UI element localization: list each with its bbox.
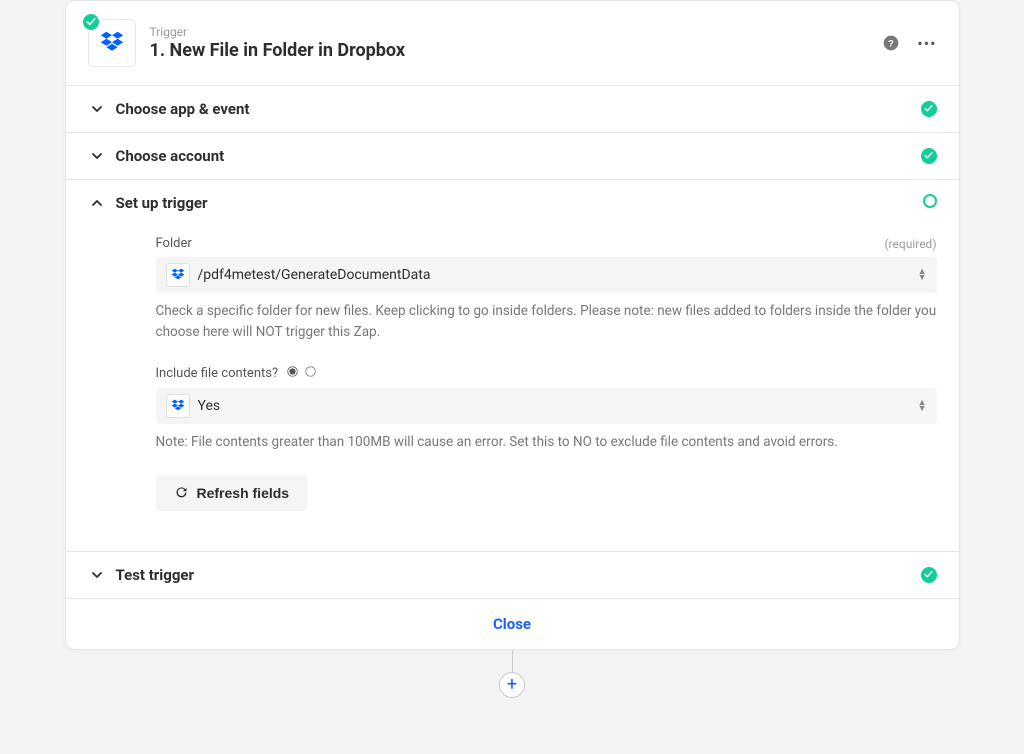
check-icon [924, 104, 933, 113]
trigger-step-card: Trigger 1. New File in Folder in Dropbox… [65, 0, 960, 650]
section-choose-app-event[interactable]: Choose app & event [66, 86, 959, 133]
section-status [921, 101, 937, 118]
field-help-text: Note: File contents greater than 100MB w… [156, 432, 937, 453]
incomplete-dot-icon [923, 194, 937, 208]
chevron-down-icon [88, 103, 106, 115]
step-header: Trigger 1. New File in Folder in Dropbox… [66, 1, 959, 86]
chevron-down-icon [88, 569, 106, 581]
radio-option-a[interactable] [287, 366, 297, 376]
header-actions: ? ••• [883, 34, 936, 53]
folder-select[interactable]: /pdf4metest/GenerateDocumentData ▲▼ [156, 257, 937, 293]
dropbox-icon [166, 263, 190, 287]
section-setup-trigger[interactable]: Set up trigger [66, 180, 959, 226]
section-status [921, 567, 937, 584]
step-header-text: Trigger 1. New File in Folder in Dropbox [150, 25, 406, 62]
sort-arrows-icon: ▲▼ [918, 400, 927, 412]
check-icon [924, 570, 933, 579]
step-title: 1. New File in Folder in Dropbox [150, 40, 406, 61]
required-tag: (required) [884, 237, 936, 251]
step-connector: + [65, 650, 960, 690]
section-test-trigger[interactable]: Test trigger [66, 552, 959, 599]
sort-arrows-icon: ▲▼ [918, 269, 927, 281]
field-label: Include file contents? [156, 366, 279, 381]
field-label: Folder [156, 236, 192, 251]
refresh-icon [174, 485, 189, 500]
section-title: Test trigger [116, 566, 195, 584]
plus-icon: + [507, 676, 517, 694]
chevron-up-icon [88, 197, 106, 209]
refresh-fields-button[interactable]: Refresh fields [156, 475, 308, 511]
svg-text:?: ? [888, 38, 894, 48]
refresh-button-label: Refresh fields [197, 485, 290, 501]
section-status [921, 148, 937, 165]
radio-option-b[interactable] [306, 366, 316, 376]
connector-line [512, 650, 513, 672]
step-type-label: Trigger [150, 25, 406, 41]
dropbox-icon [166, 394, 190, 418]
include-contents-select[interactable]: Yes ▲▼ [156, 388, 937, 424]
status-badge-complete [81, 12, 101, 32]
more-menu-icon[interactable]: ••• [917, 34, 936, 53]
field-help-text: Check a specific folder for new files. K… [156, 301, 937, 343]
field-include-contents: Include file contents? Yes ▲▼ Note: Fi [156, 365, 937, 453]
add-step-button[interactable]: + [499, 672, 525, 698]
section-choose-account[interactable]: Choose account [66, 133, 959, 180]
field-type-radios [284, 365, 317, 382]
check-icon [924, 151, 933, 160]
chevron-down-icon [88, 150, 106, 162]
section-title: Choose account [116, 147, 225, 165]
section-status [923, 194, 937, 212]
section-title: Choose app & event [116, 100, 250, 118]
include-contents-value: Yes [198, 398, 221, 414]
dropbox-icon [98, 29, 126, 57]
app-icon-container [88, 19, 136, 67]
field-folder: Folder (required) /pdf4metest/GenerateDo… [156, 236, 937, 343]
close-button[interactable]: Close [493, 615, 531, 633]
check-icon [86, 17, 96, 27]
section-title: Set up trigger [116, 194, 208, 212]
step-footer: Close [66, 599, 959, 649]
folder-select-value: /pdf4metest/GenerateDocumentData [198, 267, 431, 283]
help-icon[interactable]: ? [883, 35, 899, 51]
setup-trigger-body: Folder (required) /pdf4metest/GenerateDo… [66, 226, 959, 552]
